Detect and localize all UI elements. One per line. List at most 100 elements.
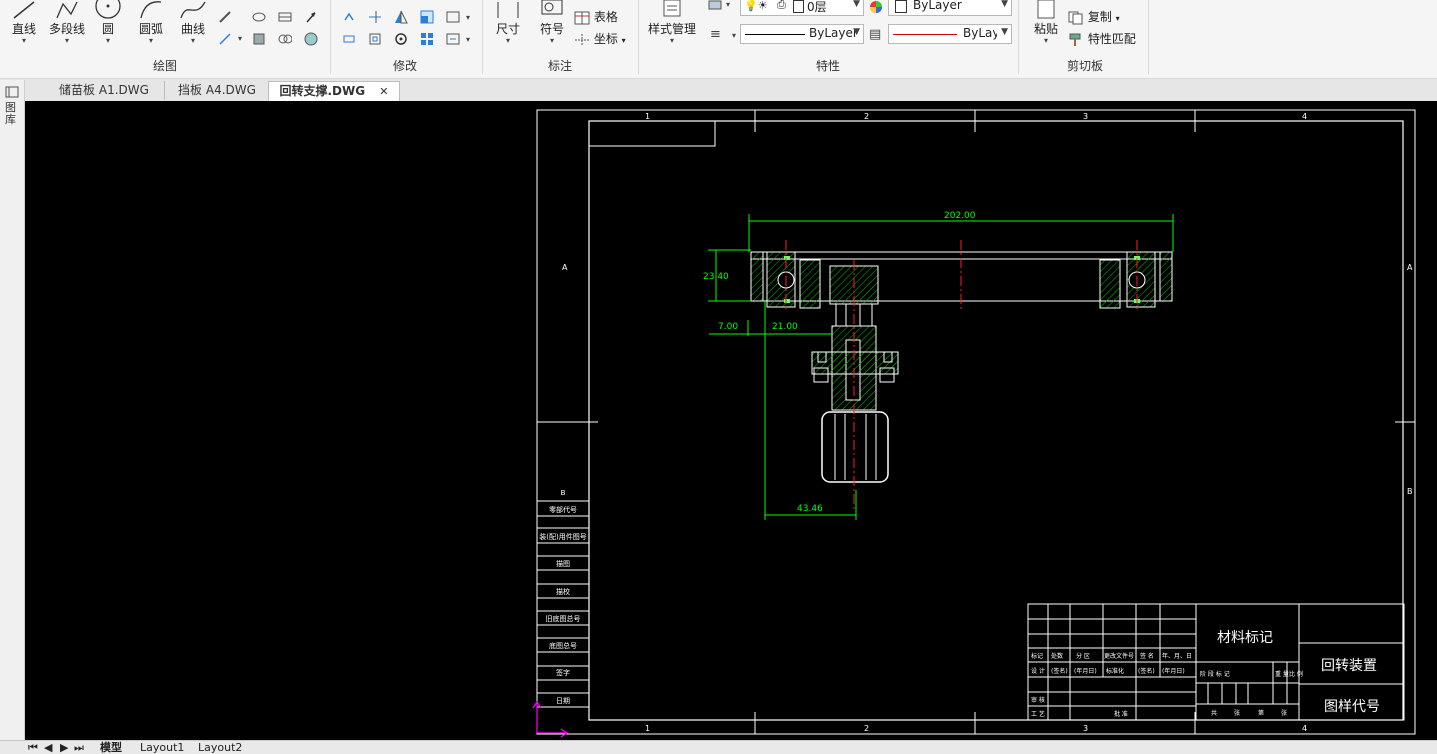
copy-object-icon[interactable] [342,32,356,46]
construction-line-icon[interactable] [218,32,232,46]
frame-number: 1 [645,724,650,733]
strip-label: 零部代号 [549,505,577,514]
array-icon[interactable] [420,32,434,46]
frame-number: 3 [1083,724,1088,733]
part-name: 回转装置 [1321,658,1377,674]
title-cell: 重 量 [1275,670,1289,678]
chevron-down-icon: ▼ [853,0,860,9]
polyline-tool-button[interactable]: 多段线 ▾ [46,0,88,45]
symbol-label: 符号 [539,22,564,36]
layer-dropdown[interactable]: 💡☀ ⎙ 0层 ▼ [740,0,864,16]
chevron-down-icon: ▾ [669,36,674,45]
table-tool-button[interactable]: 表格 [574,8,624,25]
hatch-icon[interactable] [252,32,266,46]
color-swatch [895,0,907,13]
rectangle-select-icon[interactable] [446,10,460,24]
chevron-down-icon[interactable]: ▾ [732,31,736,40]
left-panel: 图库 [0,80,25,740]
chevron-down-icon[interactable]: ▾ [466,13,470,22]
title-cell: (签名) [1051,667,1068,675]
green-seal [784,256,790,260]
chevron-down-icon[interactable]: ▾ [726,0,730,9]
linetype-dropdown[interactable]: ByLayer ▼ [740,24,864,44]
title-cell: 工 艺 [1031,710,1045,718]
lineweight-dropdown[interactable]: ByLayer ▼ [888,24,1012,44]
offset-icon[interactable] [368,32,382,46]
next-page-icon[interactable]: ▶ [60,741,68,754]
layer-color-swatch [793,0,804,13]
chevron-down-icon: ▾ [148,36,153,45]
tab-layout2[interactable]: Layout2 [198,741,242,754]
circle-label: 圆 [101,22,114,36]
table-label: 表格 [593,10,618,24]
color-wheel-icon[interactable] [869,0,883,14]
circle-tool-button[interactable]: 圆 ▾ [92,0,124,45]
slewing-assembly [750,251,1173,483]
copy-label: 复制 [1087,10,1112,24]
chevron-down-icon: ▾ [549,36,554,45]
cad-drawing[interactable]: 1 2 3 4 1 2 3 4 A A B B 零部代号 装(配)用件图号 描图… [25,101,1437,741]
file-tab-active[interactable]: 回转支撑.DWG ✕ [268,81,400,101]
rotate-icon[interactable] [394,32,408,46]
chevron-down-icon: ▾ [1043,36,1048,45]
tab-model[interactable]: 模型 [100,741,122,754]
chevron-down-icon: ▾ [621,36,626,45]
explode-icon[interactable] [446,32,460,46]
scale-icon[interactable] [420,10,434,24]
close-icon[interactable]: ✕ [379,85,388,98]
frame-letter: B [1407,487,1413,496]
arc-icon [140,1,162,19]
flange [811,351,899,375]
arc-tool-button[interactable]: 圆弧 ▾ [134,0,168,45]
arrow-pointer-icon[interactable] [304,10,318,24]
file-tab[interactable]: 储苗板 A1.DWG [44,81,164,100]
line-tool-button[interactable]: 直线 ▾ [6,0,42,45]
file-tab-label: 回转支撑.DWG [279,84,366,98]
layer-manager-icon[interactable] [708,0,722,14]
style-manager-button[interactable]: 样式管理 ▾ [642,0,702,45]
chevron-down-icon: ▾ [505,36,510,45]
arc-label: 圆弧 [138,22,163,36]
symbol-tool-button[interactable]: 符号 ▾ [534,0,570,45]
chevron-down-icon[interactable]: ▾ [466,35,470,44]
lineweight-icon[interactable]: ≡ [710,27,721,42]
color-dropdown[interactable]: ByLayer ▼ [888,0,1012,16]
copy-icon [1068,11,1083,24]
first-page-icon[interactable]: ⏮ [28,741,38,754]
pencil-icon[interactable] [218,10,232,24]
trim-icon[interactable] [368,10,382,24]
file-tab[interactable]: 挡板 A4.DWG [164,81,269,100]
drawing-canvas[interactable]: 1 2 3 4 1 2 3 4 A A B B 零部代号 装(配)用件图号 描图… [25,101,1437,741]
curve-tool-button[interactable]: 曲线 ▾ [176,0,210,45]
title-cell: 比 例 [1289,670,1303,678]
library-label[interactable]: 图库 [5,102,19,126]
lineweight-list-icon[interactable]: ▤ [869,27,881,42]
title-cell: 标准化 [1106,667,1124,675]
paste-button[interactable]: 粘贴 ▾ [1026,0,1066,45]
copy-button[interactable]: 复制 ▾ [1068,8,1138,25]
coordinate-tool-button[interactable]: 坐标 ▾ [574,30,634,47]
polyline-icon [56,1,78,19]
match-properties-button[interactable]: 特性匹配 [1068,30,1148,47]
left-inner-ring [799,259,821,309]
drawing-frame [588,120,1404,721]
globe-icon[interactable] [304,32,318,46]
dimension-tool-button[interactable]: 尺寸 ▾ [490,0,526,45]
mirror-icon[interactable] [394,10,408,24]
move-icon[interactable] [342,10,356,24]
library-icon[interactable] [5,86,19,98]
frame-letter: A [562,263,568,272]
ellipse-icon[interactable] [252,10,266,24]
style-manager-icon [663,0,681,17]
region-icon[interactable] [278,32,292,46]
layer-name: 0层 [807,0,827,14]
tab-layout1[interactable]: Layout1 [140,741,184,754]
shaft-core [845,303,861,327]
table-grid-icon[interactable] [278,10,292,24]
strip-label: 日期 [556,697,570,705]
chevron-down-icon[interactable]: ▾ [238,34,242,43]
title-cell: 共 [1211,709,1217,717]
dimension-label: 尺寸 [495,22,520,36]
prev-page-icon[interactable]: ◀ [44,741,52,754]
last-page-icon[interactable]: ⏭ [74,741,84,754]
